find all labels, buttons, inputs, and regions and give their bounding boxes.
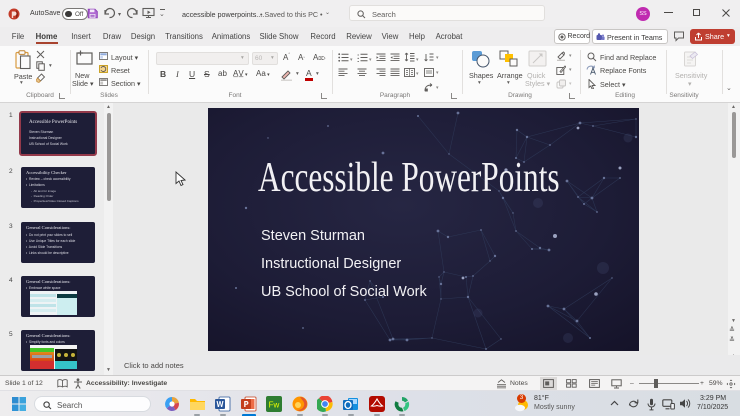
- svg-text:Fw: Fw: [269, 401, 280, 410]
